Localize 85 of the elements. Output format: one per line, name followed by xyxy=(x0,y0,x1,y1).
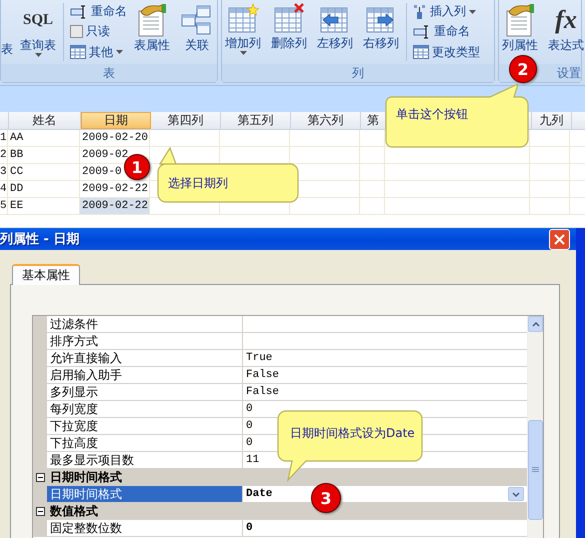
column-header[interactable]: 九列 xyxy=(532,112,572,129)
row-number: 2 xyxy=(0,147,8,163)
collapse-icon[interactable] xyxy=(36,506,44,516)
ribbon-small-button[interactable]: 其他 xyxy=(70,44,127,61)
group-label: 表 xyxy=(103,65,115,82)
rename-icon xyxy=(413,24,431,39)
caret-icon xyxy=(469,10,476,14)
property-value: 0 xyxy=(246,420,253,432)
property-name[interactable]: 固定整数位数 xyxy=(47,520,243,536)
table-icon xyxy=(70,45,86,60)
property-name[interactable]: 下拉高度 xyxy=(47,435,243,451)
tab[interactable]: 基本属性 xyxy=(12,264,80,285)
insert-icon xyxy=(413,4,427,20)
close-icon xyxy=(554,234,565,244)
column-header[interactable]: 第五列 xyxy=(221,112,291,129)
ribbon-small-button[interactable]: 插入列 xyxy=(413,3,480,20)
property-value: True xyxy=(246,352,272,364)
checkbox[interactable] xyxy=(70,25,83,38)
property-name[interactable]: 启用输入助手 xyxy=(47,367,243,383)
table-cell: BB xyxy=(8,147,80,163)
caret-icon xyxy=(34,53,42,57)
property-name[interactable]: 下拉宽度 xyxy=(47,418,243,434)
property-value: 0 xyxy=(246,437,253,449)
property-value: False xyxy=(246,386,280,398)
chevron-down-icon xyxy=(512,492,520,496)
ribbon-button[interactable]: 表属性 xyxy=(131,3,173,53)
ribbon-small-button[interactable]: 重命名 xyxy=(413,23,480,41)
category-label: 数值格式 xyxy=(48,503,98,519)
property-value: Date xyxy=(246,488,272,500)
property-name[interactable]: 多列显示 xyxy=(47,384,243,400)
property-name[interactable]: 允许直接输入 xyxy=(47,350,243,366)
property-name[interactable]: 每列宽度 xyxy=(47,401,243,417)
ribbon-button[interactable]: 删除列 xyxy=(268,3,310,51)
scroll-thumb[interactable] xyxy=(528,420,543,520)
property-value: 11 xyxy=(246,454,260,466)
scrollbar[interactable] xyxy=(527,316,543,538)
ribbon-button[interactable]: 列属性 xyxy=(499,3,541,53)
row-number: 5 xyxy=(0,198,8,214)
row-number: 1 xyxy=(0,130,8,146)
property-name[interactable]: 排序方式 xyxy=(47,333,243,349)
row-number: 4 xyxy=(0,181,8,197)
row-number: 3 xyxy=(0,164,8,180)
ribbon-button[interactable]: 右移列 xyxy=(360,3,402,51)
group-label: 列 xyxy=(352,65,364,82)
ribbon-small-button[interactable]: 重命名 xyxy=(70,3,127,20)
add-column-icon xyxy=(227,3,259,35)
caret-icon xyxy=(240,51,246,55)
close-button[interactable] xyxy=(549,228,570,250)
ribbon-small-button[interactable]: 只读 xyxy=(70,23,127,41)
table-cell: 2009-02-22 xyxy=(80,181,150,197)
chevron-up-icon xyxy=(532,322,540,326)
ribbon-button[interactable]: 表 xyxy=(1,41,13,58)
table-cell: 2009-02-22 xyxy=(80,198,150,214)
table-cell: CC xyxy=(8,164,80,180)
delete-column-icon xyxy=(273,3,305,35)
collapse-icon[interactable] xyxy=(36,472,44,482)
table-cell: 2009-02-20 xyxy=(80,130,150,146)
group-label: 设置 xyxy=(557,65,581,82)
sql-icon: SQL xyxy=(22,3,53,37)
caret-icon xyxy=(116,50,123,54)
property-value: 0 xyxy=(246,522,253,534)
property-name[interactable]: 过滤条件 xyxy=(47,316,243,332)
property-name[interactable]: 日期时间格式 xyxy=(47,486,243,502)
ribbon-button[interactable]: 增加列 xyxy=(222,3,264,55)
formula-icon: fx xyxy=(555,3,577,37)
property-value: False xyxy=(246,369,280,381)
dropdown-button[interactable] xyxy=(508,487,524,501)
category-label: 日期时间格式 xyxy=(49,469,122,485)
ribbon-button[interactable]: 关联 xyxy=(177,3,217,53)
window-title: 列属性 - 日期 xyxy=(0,231,80,248)
column-header[interactable]: 日期 xyxy=(81,112,151,129)
column-header[interactable]: 第四列 xyxy=(151,112,221,129)
property-name[interactable]: 最多显示项目数 xyxy=(47,452,243,468)
ribbon-button[interactable]: SQL 查询表 xyxy=(17,3,59,57)
scroll-up-button[interactable] xyxy=(528,316,543,332)
property-value: 0 xyxy=(246,403,253,415)
ribbon-button[interactable]: 左移列 xyxy=(314,3,356,51)
column-header[interactable]: 第六列 xyxy=(291,112,361,129)
grip-icon xyxy=(532,467,539,473)
table-cell: AA xyxy=(8,130,80,146)
ribbon-button[interactable]: fx 表达式 xyxy=(545,3,585,53)
ribbon-small-button[interactable]: 更改类型 xyxy=(413,44,480,61)
table-cell: DD xyxy=(8,181,80,197)
rename-icon xyxy=(70,4,88,19)
table-icon xyxy=(413,45,429,60)
